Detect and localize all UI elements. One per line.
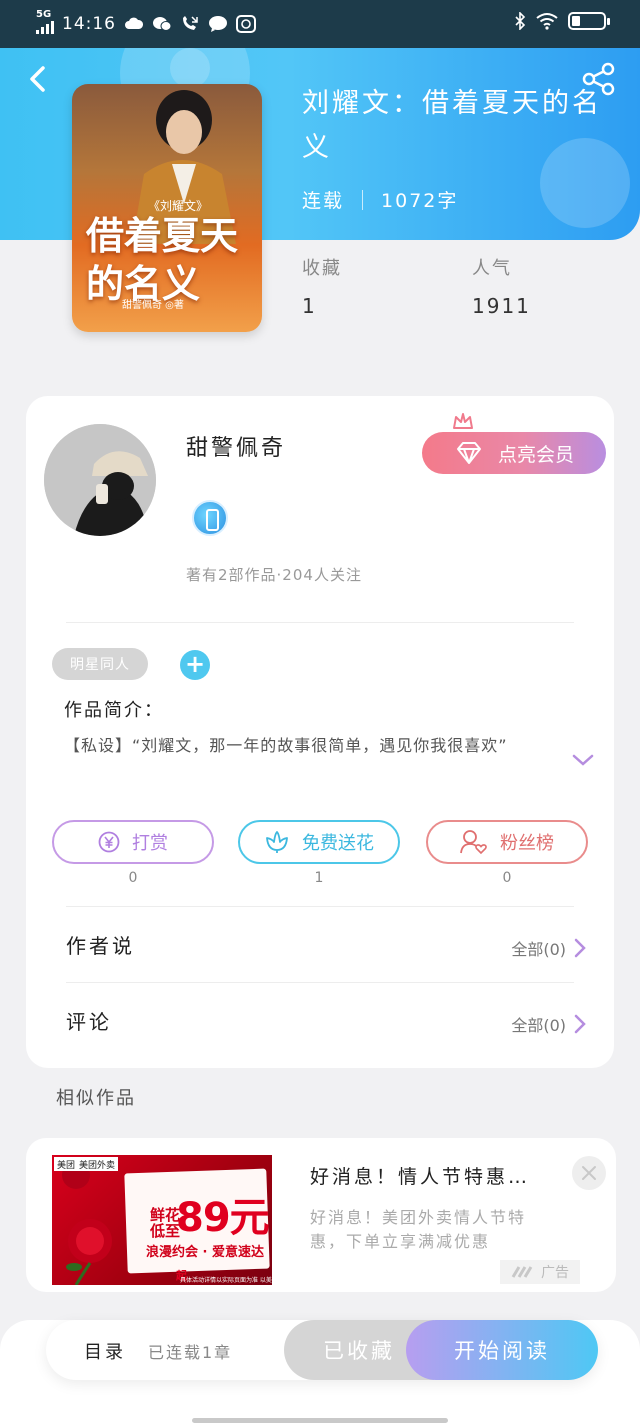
author-level-badge-icon xyxy=(192,500,228,536)
bluetooth-icon xyxy=(515,12,526,30)
flower-count: 1 xyxy=(314,870,324,886)
author-notes-all-label: 全部(0) xyxy=(511,940,566,959)
ad-price-value: 89元 xyxy=(176,1195,270,1241)
fans-count: 0 xyxy=(502,870,512,886)
send-flower-label: 免费送花 xyxy=(302,833,374,854)
ad-fine-print: 具体活动详情以实际页面为准 以美团外卖App为准 xyxy=(180,1277,272,1284)
comments-title: 评论 xyxy=(66,1010,112,1034)
yen-coin-icon xyxy=(98,831,120,853)
flower-icon xyxy=(266,831,288,853)
stat-popularity: 人气 1911 xyxy=(472,254,531,318)
add-tag-button[interactable]: + xyxy=(180,650,210,680)
cover-title: 借着夏天的名义 xyxy=(86,213,239,306)
divider xyxy=(66,982,574,983)
wifi-icon xyxy=(536,13,558,30)
similar-works-title: 相似作品 xyxy=(56,1088,136,1109)
word-count: 1072字 xyxy=(381,190,459,212)
stat-label: 人气 xyxy=(472,258,512,279)
status-bar: 5G 14:16 xyxy=(0,0,640,48)
stat-favorites: 收藏 1 xyxy=(302,254,342,318)
message-icon xyxy=(209,15,227,32)
stat-value: 1 xyxy=(302,294,317,318)
brand-meituan: 美团 xyxy=(57,1160,76,1171)
phone-missed-icon xyxy=(183,15,198,30)
send-flower-button[interactable]: 免费送花 xyxy=(238,820,400,864)
chevron-right-icon xyxy=(574,938,586,958)
author-notes-all-link[interactable]: 全部(0) xyxy=(511,936,586,960)
comments-all-label: 全部(0) xyxy=(511,1016,566,1035)
ad-network-icon xyxy=(511,1266,533,1278)
back-icon[interactable] xyxy=(24,64,54,94)
tip-count: 0 xyxy=(128,870,138,886)
serial-status: 连载 xyxy=(302,190,345,212)
divider xyxy=(66,906,574,907)
intro-text: 【私设】“刘耀文，那一年的故事很简单，遇见你我很喜欢” xyxy=(64,736,508,755)
book-title: 刘耀文：借着夏天的名义 xyxy=(302,88,602,163)
stat-label: 收藏 xyxy=(302,258,342,279)
battery-icon xyxy=(568,12,610,30)
crown-icon xyxy=(453,413,473,429)
fans-ranking-label: 粉丝榜 xyxy=(500,833,554,854)
diamond-icon xyxy=(456,442,481,464)
clock: 14:16 xyxy=(62,13,116,34)
avatar[interactable] xyxy=(44,424,156,536)
book-cover[interactable]: 《刘耀文》 借着夏天的名义 甜警佩奇 ◎著 xyxy=(72,84,262,332)
home-indicator[interactable] xyxy=(192,1418,448,1423)
fans-ranking-button[interactable]: 粉丝榜 xyxy=(426,820,588,864)
divider xyxy=(66,622,574,623)
author-name[interactable]: 甜警佩奇 xyxy=(186,430,286,462)
tip-button[interactable]: 打赏 xyxy=(52,820,214,864)
weather-cloud-icon xyxy=(125,17,144,29)
meta-divider xyxy=(362,189,364,210)
wechat-icon xyxy=(153,16,172,31)
author-stats: 著有2部作品·204人关注 xyxy=(186,566,362,584)
vip-button[interactable]: 点亮会员 xyxy=(422,432,606,474)
signal-icon xyxy=(36,20,54,34)
cover-author: 甜警佩奇 ◎著 xyxy=(122,300,184,311)
vip-button-label: 点亮会员 xyxy=(497,443,574,466)
author-work-card: 甜警佩奇 点亮会员 著有2部作品·204人关注 明星同人 + 作品简介： 【私设… xyxy=(26,396,614,1068)
brand-meituan-waimai: 美团外卖 xyxy=(79,1160,116,1171)
close-icon xyxy=(582,1166,596,1180)
ad-image[interactable]: 美团 美团外卖 鲜花 低至 89元起 浪漫约会 · 爱意速达 具体活动详情以实际… xyxy=(52,1155,272,1285)
avatar-image xyxy=(44,424,156,536)
ad-brand-logo: 美团 美团外卖 xyxy=(54,1157,119,1171)
book-meta: 连载 1072字 xyxy=(302,186,458,213)
comments-all-link[interactable]: 全部(0) xyxy=(511,1012,586,1036)
chapter-status[interactable]: 已连载1章 xyxy=(148,1339,232,1363)
ad-card[interactable]: 美团 美团外卖 鲜花 低至 89元起 浪漫约会 · 爱意速达 具体活动详情以实际… xyxy=(26,1138,616,1292)
ad-slogan: 浪漫约会 · 爱意速达 xyxy=(146,1245,264,1260)
start-reading-button[interactable]: 开始阅读 xyxy=(406,1320,598,1380)
fan-heart-icon xyxy=(460,830,487,855)
ad-label-text: 广告 xyxy=(541,1265,569,1281)
ad-description: 好消息！美团外卖情人节特惠，下单立享满减优惠 xyxy=(310,1208,527,1251)
network-type: 5G xyxy=(36,9,52,20)
stat-value: 1911 xyxy=(472,294,531,318)
tip-label: 打赏 xyxy=(132,833,168,854)
app-notification-icon xyxy=(236,14,256,33)
chevron-right-icon xyxy=(574,1014,586,1034)
ad-close-button[interactable] xyxy=(572,1156,606,1190)
ad-price: 89元起 xyxy=(176,1185,272,1285)
table-of-contents-button[interactable]: 目录 xyxy=(84,1338,126,1364)
expand-chevron-icon[interactable] xyxy=(572,752,594,768)
ad-label: 广告 xyxy=(500,1260,580,1284)
network-indicator: 5G xyxy=(36,10,54,37)
genre-tag[interactable]: 明星同人 xyxy=(52,648,148,680)
ad-title[interactable]: 好消息！情人节特惠… xyxy=(310,1162,530,1189)
bottom-action-bar: 目录 已连载1章 已收藏 开始阅读 xyxy=(46,1320,598,1380)
header-decoration xyxy=(170,48,210,88)
author-notes-title: 作者说 xyxy=(66,934,135,958)
intro-label: 作品简介： xyxy=(64,700,164,721)
